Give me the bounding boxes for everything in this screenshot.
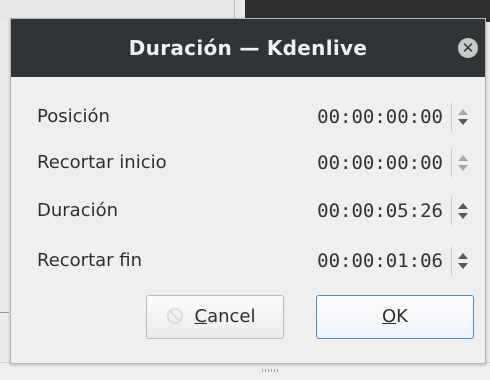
field-position: Posición 00:00:00:00 — [11, 99, 485, 135]
cancel-label: ancel — [207, 306, 256, 327]
resize-grip[interactable] — [262, 369, 280, 372]
spin-up-icon[interactable] — [458, 253, 468, 259]
close-icon: ✕ — [461, 39, 475, 57]
spin-down-icon[interactable] — [458, 119, 468, 125]
duration-spinner[interactable] — [451, 197, 470, 225]
cancel-icon — [167, 308, 183, 324]
spin-up-icon[interactable] — [458, 203, 468, 209]
trim-start-input[interactable]: 00:00:00:00 — [283, 145, 443, 181]
duration-input[interactable]: 00:00:05:26 — [283, 193, 443, 229]
field-duration: Duración 00:00:05:26 — [11, 193, 485, 229]
spin-down-icon[interactable] — [458, 213, 468, 219]
spin-down-icon[interactable] — [458, 165, 468, 171]
spin-down-icon[interactable] — [458, 263, 468, 269]
cancel-mnemonic: C — [194, 306, 208, 327]
spin-up-icon[interactable] — [458, 155, 468, 161]
title-bar[interactable]: Duración — Kdenlive ✕ — [11, 19, 485, 77]
cancel-button[interactable]: Cancel — [146, 295, 284, 339]
ok-button[interactable]: OK — [316, 295, 474, 339]
field-trim-end: Recortar fin 00:00:01:06 — [11, 243, 485, 279]
field-label: Posición — [37, 106, 110, 127]
field-label: Recortar inicio — [37, 152, 167, 173]
ok-mnemonic: O — [382, 306, 397, 327]
field-label: Duración — [37, 200, 119, 221]
spin-up-icon[interactable] — [458, 109, 468, 115]
background-statusbar — [0, 362, 490, 380]
trim-start-spinner[interactable] — [451, 149, 470, 177]
window-title: Duración — Kdenlive — [128, 36, 368, 60]
position-input[interactable]: 00:00:00:00 — [283, 99, 443, 135]
duration-dialog: Duración — Kdenlive ✕ Posición 00:00:00:… — [10, 18, 486, 364]
close-button[interactable]: ✕ — [458, 38, 478, 58]
ok-label: K — [396, 306, 408, 327]
field-label: Recortar fin — [37, 250, 143, 271]
trim-end-spinner[interactable] — [451, 247, 470, 275]
trim-end-input[interactable]: 00:00:01:06 — [283, 243, 443, 279]
position-spinner[interactable] — [451, 103, 470, 131]
background-line — [0, 312, 9, 313]
field-trim-start: Recortar inicio 00:00:00:00 — [11, 145, 485, 181]
